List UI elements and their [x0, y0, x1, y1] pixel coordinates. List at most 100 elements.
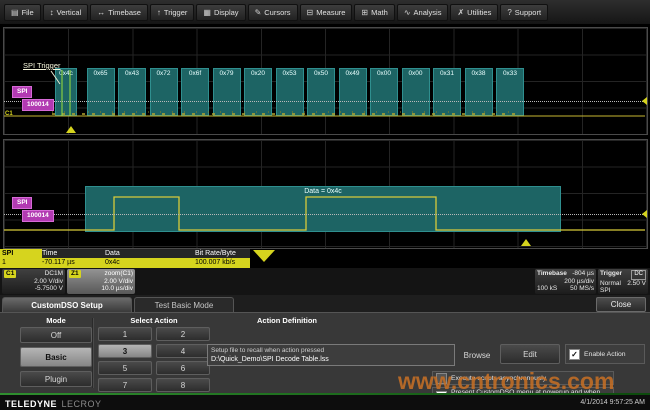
- action-button-5[interactable]: 5: [98, 361, 152, 375]
- vertical-icon: ↕: [50, 8, 54, 17]
- checkbox-checked-icon[interactable]: ✓: [569, 349, 580, 360]
- level-marker-icon: [642, 97, 647, 105]
- z1-descriptor[interactable]: Z1 zoom(C1) 2.00 V/div 10.0 µs/div: [67, 269, 135, 294]
- footer-bar: TELEDYNE LECROY 4/1/2014 9:57:25 AM: [0, 395, 650, 410]
- action-button-1[interactable]: 1: [98, 327, 152, 341]
- analysis-icon: ∿: [404, 8, 411, 17]
- edit-button[interactable]: Edit: [500, 344, 560, 364]
- menu-label: Cursors: [264, 8, 290, 17]
- teledyne-lecroy-logo: TELEDYNE LECROY: [5, 394, 101, 410]
- c1-badge: C1: [4, 270, 16, 278]
- c1-descriptor[interactable]: C1 DC1M 2.00 V/div -5.7500 V: [2, 269, 65, 294]
- decode-table: SPI Time Data Bit Rate/Byte 1 -70.117 µs…: [0, 249, 250, 268]
- mode-title: Mode: [20, 316, 92, 325]
- timebase-samples: 100 kS: [537, 285, 557, 293]
- mode-off[interactable]: Off: [20, 327, 92, 343]
- brand-light: LECROY: [61, 399, 101, 409]
- spi-trigger-annotation: SPI Trigger: [23, 61, 61, 70]
- menu-measure[interactable]: ⊟Measure: [300, 4, 353, 21]
- trigger-title: Trigger: [600, 270, 622, 280]
- level-marker-icon: [642, 210, 647, 218]
- spi-zoom-label[interactable]: SPI: [12, 197, 32, 209]
- menu-analysis[interactable]: ∿Analysis: [397, 4, 449, 21]
- menu-label: Timebase: [108, 8, 141, 17]
- action-button-6[interactable]: 6: [156, 361, 210, 375]
- measure-icon: ⊟: [307, 8, 314, 17]
- menu-support[interactable]: ? Support: [500, 4, 548, 21]
- section-divider: [92, 318, 94, 388]
- action-button-4[interactable]: 4: [156, 344, 210, 358]
- row-time: -70.117 µs: [42, 258, 105, 268]
- mode-plugin[interactable]: Plugin: [20, 371, 92, 387]
- action-button-7[interactable]: 7: [98, 378, 152, 392]
- tab-test-basic-mode[interactable]: Test Basic Mode: [134, 297, 234, 312]
- setup-file-hint: Setup file to recall when action pressed: [211, 346, 451, 355]
- browse-button[interactable]: Browse: [458, 348, 496, 362]
- utilities-icon: ✗: [457, 8, 464, 17]
- file-icon: ▤: [11, 8, 19, 17]
- menu-timebase[interactable]: ↔Timebase: [90, 4, 148, 21]
- watermark: www.cntronics.com: [398, 368, 614, 395]
- z1-vdiv: 2.00 V/div: [104, 278, 133, 286]
- action-button-3[interactable]: 3: [98, 344, 152, 358]
- oscilloscope-screen: ▤File↕Vertical↔Timebase↑Trigger▦Display✎…: [0, 0, 650, 410]
- select-action-title: Select Action: [98, 316, 210, 325]
- z1-tdiv: 10.0 µs/div: [101, 285, 133, 293]
- menu-display[interactable]: ▦Display: [196, 4, 245, 21]
- trigger-coupling: DC: [631, 270, 646, 280]
- col-time: Time: [42, 249, 105, 258]
- c1-offset: -5.7500 V: [35, 285, 63, 293]
- enable-action-checkbox[interactable]: ✓ Enable Action: [565, 344, 645, 364]
- z1-source: zoom(C1): [104, 270, 133, 278]
- support-icon: ?: [507, 8, 511, 17]
- display-icon: ▦: [203, 8, 211, 17]
- tab-customdso-setup[interactable]: CustomDSO Setup: [2, 297, 132, 312]
- cursors-icon: ✎: [255, 8, 262, 17]
- z1-badge: Z1: [69, 270, 81, 278]
- zoom-trigger-marker-icon[interactable]: [521, 239, 531, 246]
- timebase-rate: 50 MS/s: [570, 285, 594, 293]
- trigger-icon: ↑: [157, 8, 161, 17]
- menu-label: Math: [371, 8, 388, 17]
- menu-utilities[interactable]: ✗Utilities: [450, 4, 498, 21]
- enable-action-label: Enable Action: [584, 351, 626, 358]
- c1-coupling: DC1M: [45, 270, 63, 278]
- menu-file[interactable]: ▤File: [4, 4, 41, 21]
- spi-channel-label[interactable]: SPI: [12, 86, 32, 98]
- spi-zoom-value: 100014: [22, 210, 54, 222]
- menu-label: Utilities: [467, 8, 491, 17]
- menu-label: Analysis: [414, 8, 442, 17]
- menu-label: File: [22, 8, 34, 17]
- menu-bar: ▤File↕Vertical↔Timebase↑Trigger▦Display✎…: [0, 0, 650, 24]
- setup-file-box[interactable]: Setup file to recall when action pressed…: [207, 344, 455, 366]
- action-button-8[interactable]: 8: [156, 378, 210, 392]
- action-button-2[interactable]: 2: [156, 327, 210, 341]
- mode-basic[interactable]: Basic: [20, 347, 92, 367]
- timebase-descriptor[interactable]: Timebase -804 µs 200 µs/div 100 kS 50 MS…: [535, 269, 596, 294]
- menu-cursors[interactable]: ✎Cursors: [248, 4, 298, 21]
- action-definition-title: Action Definition: [207, 316, 367, 325]
- menu-vertical[interactable]: ↕Vertical: [43, 4, 89, 21]
- table-expand-arrow-icon[interactable]: [253, 250, 275, 262]
- trigger-descriptor[interactable]: Trigger DC Normal 2.50 V SPI: [598, 269, 648, 294]
- table-row[interactable]: 1 -70.117 µs 0x4c 100.007 kb/s: [0, 258, 250, 268]
- row-bitrate: 100.007 kb/s: [195, 258, 250, 268]
- c1-ground-marker: C1: [5, 111, 13, 117]
- datetime: 4/1/2014 9:57:25 AM: [580, 399, 645, 406]
- trigger-position-marker-icon[interactable]: [66, 126, 76, 133]
- descriptor-row: C1 DC1M 2.00 V/div -5.7500 V Z1 zoom(C1)…: [0, 268, 650, 295]
- close-button[interactable]: Close: [596, 297, 646, 312]
- decode-table-tab[interactable]: SPI: [0, 249, 42, 258]
- timebase-title: Timebase: [537, 270, 567, 278]
- menu-label: Measure: [316, 8, 345, 17]
- brand-bold: TELEDYNE: [5, 399, 57, 409]
- col-bitrate: Bit Rate/Byte: [195, 249, 250, 258]
- waveform-grid-main: 0x4c0x650x430x720x6f0x790x200x530x500x49…: [3, 27, 648, 135]
- col-data: Data: [105, 249, 195, 258]
- menu-trigger[interactable]: ↑Trigger: [150, 4, 194, 21]
- menu-math[interactable]: ⊞Math: [354, 4, 394, 21]
- menu-label: Display: [214, 8, 239, 17]
- spi-channel-value: 100014: [22, 99, 54, 111]
- menu-label: Support: [515, 8, 541, 17]
- menu-label: Trigger: [164, 8, 187, 17]
